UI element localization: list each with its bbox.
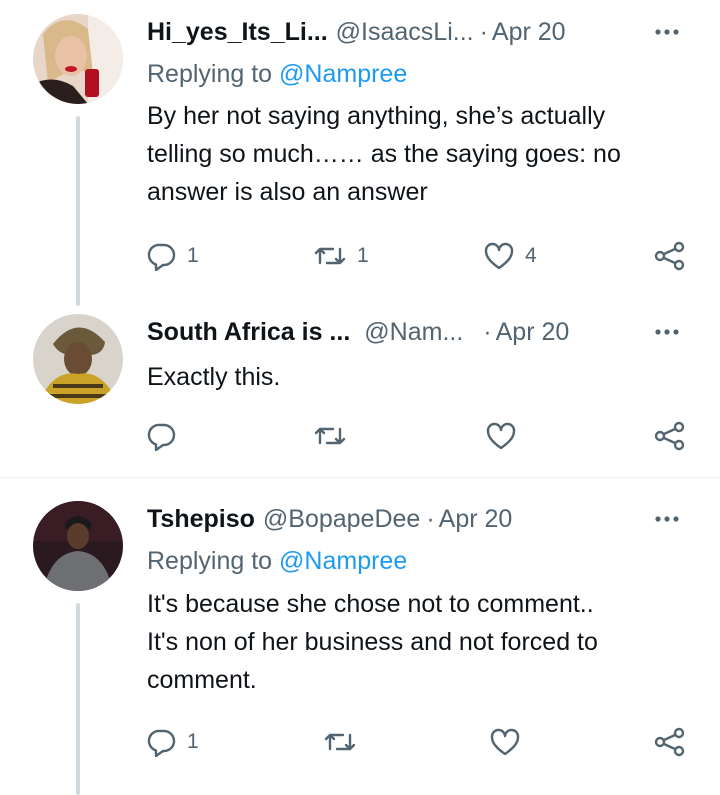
reply-button[interactable]: 1 xyxy=(147,236,199,276)
replying-prefix: Replying to xyxy=(147,547,280,575)
retweet-icon xyxy=(313,241,347,271)
display-name[interactable]: Hi_yes_Its_Li... xyxy=(147,14,328,50)
text-line: By her not saying anything, she’s actual… xyxy=(147,102,606,130)
retweet-button[interactable] xyxy=(323,722,357,762)
user-handle[interactable]: @Nam... xyxy=(364,314,463,350)
thread-line xyxy=(76,116,80,306)
tweet-date[interactable]: Apr 20 xyxy=(439,501,513,537)
replying-to: Replying to @Nampree xyxy=(147,543,407,579)
text-line: comment. xyxy=(147,666,257,694)
tweet-text: It's because she chose not to comment.. … xyxy=(147,585,680,699)
retweet-button[interactable] xyxy=(313,416,347,456)
text-line: It's because she chose not to comment.. xyxy=(147,590,594,618)
like-icon xyxy=(485,421,517,451)
tweet-2[interactable]: South Africa is ... @Nam... · Apr 20 Exa… xyxy=(0,300,720,476)
share-icon xyxy=(653,421,687,451)
like-count: 4 xyxy=(525,244,537,267)
avatar[interactable] xyxy=(33,501,123,591)
retweet-count: 1 xyxy=(357,244,369,267)
avatar[interactable] xyxy=(33,314,123,404)
tweet-1[interactable]: Hi_yes_Its_Li... @IsaacsLi... · Apr 20 R… xyxy=(0,0,720,312)
text-line: It's non of her business and not forced … xyxy=(147,628,598,656)
reply-icon xyxy=(147,727,177,757)
tweet-text: Exactly this. xyxy=(147,358,680,396)
like-button[interactable] xyxy=(489,722,521,762)
share-icon xyxy=(653,241,687,271)
more-options-icon[interactable] xyxy=(654,14,680,50)
reply-button[interactable] xyxy=(147,416,177,456)
reply-count: 1 xyxy=(187,730,199,753)
reply-count: 1 xyxy=(187,244,199,267)
replying-prefix: Replying to xyxy=(147,60,280,88)
tweet-header: Tshepiso @BopapeDee · Apr 20 xyxy=(147,501,680,537)
tweet-actions: 1 xyxy=(0,722,720,762)
reply-icon xyxy=(147,241,177,271)
text-line: telling so much…… as the saying goes: no xyxy=(147,140,621,168)
like-button[interactable]: 4 xyxy=(483,236,537,276)
tweet-actions: 1 1 4 xyxy=(0,236,720,276)
separator: · xyxy=(483,318,492,346)
user-handle[interactable]: @BopapeDee xyxy=(263,501,420,537)
share-button[interactable] xyxy=(653,416,687,456)
reply-icon xyxy=(147,421,177,451)
share-button[interactable] xyxy=(653,722,687,762)
share-icon xyxy=(653,727,687,757)
avatar[interactable] xyxy=(33,14,123,104)
more-options-icon[interactable] xyxy=(654,501,680,537)
share-button[interactable] xyxy=(653,236,687,276)
separator: · xyxy=(479,18,488,46)
display-name[interactable]: South Africa is ... xyxy=(147,314,350,350)
display-name[interactable]: Tshepiso xyxy=(147,501,255,537)
retweet-icon xyxy=(313,421,347,451)
replying-to: Replying to @Nampree xyxy=(147,56,407,92)
retweet-icon xyxy=(323,727,357,757)
divider xyxy=(0,477,720,478)
reply-button[interactable]: 1 xyxy=(147,722,199,762)
like-button[interactable] xyxy=(485,416,517,456)
tweet-3[interactable]: Tshepiso @BopapeDee · Apr 20 Replying to… xyxy=(0,487,720,795)
user-handle[interactable]: @IsaacsLi... xyxy=(336,14,474,50)
tweet-actions xyxy=(0,416,720,456)
thread-line xyxy=(76,603,80,795)
mention-link[interactable]: @Nampree xyxy=(279,547,407,575)
tweet-date[interactable]: Apr 20 xyxy=(496,314,570,350)
separator: · xyxy=(426,505,435,533)
tweet-header: Hi_yes_Its_Li... @IsaacsLi... · Apr 20 xyxy=(147,14,680,50)
tweet-header: South Africa is ... @Nam... · Apr 20 xyxy=(147,314,680,350)
more-options-icon[interactable] xyxy=(654,314,680,350)
tweet-text: By her not saying anything, she’s actual… xyxy=(147,97,680,211)
retweet-button[interactable]: 1 xyxy=(313,236,369,276)
text-line: answer is also an answer xyxy=(147,178,428,206)
tweet-date[interactable]: Apr 20 xyxy=(492,14,566,50)
like-icon xyxy=(489,727,521,757)
like-icon xyxy=(483,241,515,271)
text-line: Exactly this. xyxy=(147,363,281,391)
mention-link[interactable]: @Nampree xyxy=(279,60,407,88)
